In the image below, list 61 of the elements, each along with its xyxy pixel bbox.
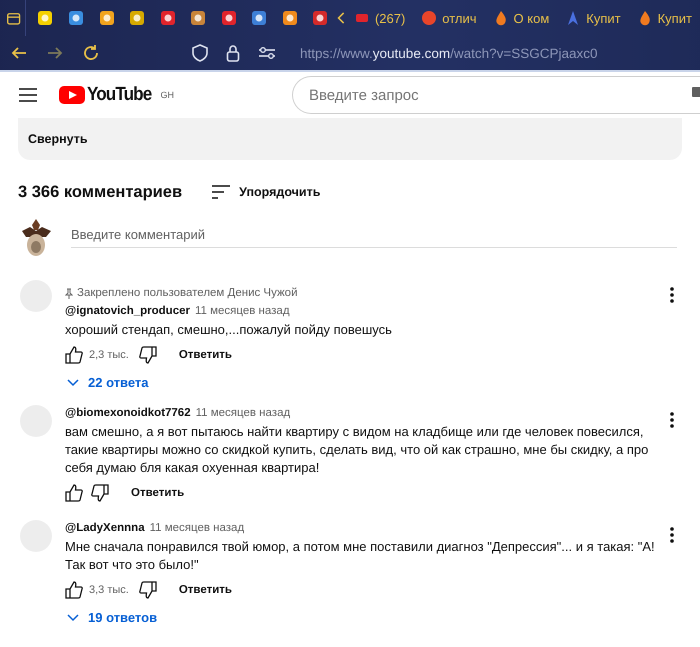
chevron-down-icon [67,378,79,386]
comment-author[interactable]: @biomexonoidkot7762 [65,407,191,419]
search-field[interactable]: Введите запрос [292,76,700,114]
favicon-icon[interactable] [282,10,298,26]
browser-tab[interactable]: О ком [484,0,558,36]
favicon-icon [421,10,438,26]
thumbs-up-icon[interactable] [65,581,83,599]
play-logo-icon[interactable] [59,86,85,104]
more-icon[interactable] [670,287,674,303]
comment-author[interactable]: @ignatovich_producer [65,305,190,317]
thumbs-up-icon[interactable] [65,484,83,502]
sliders-icon[interactable] [258,46,276,60]
like-count: 3,3 тыс. [89,584,129,596]
favicon-icon[interactable] [37,10,54,26]
favicon-icon[interactable] [220,10,237,26]
chevron-left-icon[interactable] [336,10,346,26]
favicon-icon[interactable] [312,10,328,26]
collapse-button[interactable]: Свернуть [28,132,88,146]
more-icon[interactable] [670,412,674,428]
sort-icon [212,185,230,199]
favicon-icon[interactable] [98,10,115,26]
favicon-icon[interactable] [68,10,84,26]
like-count: 2,3 тыс. [89,349,129,361]
replies-toggle[interactable]: 22 ответа [63,369,153,396]
reply-button[interactable]: Ответить [170,578,240,602]
favicon-icon[interactable] [190,10,206,26]
reload-icon[interactable] [82,44,100,62]
favicon-icon[interactable] [251,10,268,26]
browser-tab[interactable]: отлич [413,0,485,36]
region-code: GH [160,90,174,100]
pin-icon [65,288,73,298]
reply-button[interactable]: Ответить [123,481,192,505]
chevron-down-icon [67,614,79,622]
comment-author[interactable]: @LadyXennna [65,522,145,534]
reply-button[interactable]: Ответить [170,343,240,367]
thumbs-up-icon[interactable] [65,346,83,364]
comment-input[interactable]: Введите комментарий [71,227,677,248]
url-text[interactable]: https://www.youtube.com/watch?v=SSGCPjaaxc0 [300,46,598,60]
comment-time[interactable]: 11 месяцев назад [196,407,290,419]
menu-icon[interactable] [19,88,37,102]
more-icon[interactable] [670,527,674,543]
browser-tab[interactable]: Купит [557,0,629,36]
comment-text: хороший стендап, смешно,...пожалуй пойду повешусь [65,321,393,339]
thumbs-down-icon[interactable] [138,346,157,364]
pinned-label: Закреплено пользователем Денис Чужой [77,287,298,299]
thumbs-down-icon[interactable] [91,484,109,502]
sort-button[interactable]: Упорядочить [212,185,320,199]
favicon-icon[interactable] [160,10,176,26]
comment-text: Мне сначала понравился твой юмор, а потом мне поставили диагноз "Депрессия"... и я такая: "А! Так вот что это было!" [65,538,656,574]
lock-icon[interactable] [226,44,240,62]
comment-count: 3 366 комментариев [18,182,182,202]
comment-text: вам смешно, а я вот пытаюсь найти квартиру с видом на кладбище или где человек повесился, такие квартиры можно со скидкой купить, сделать вид, что ой как страшно, мне бы скидку, а про себя думаю бля какая охуенная квартира! [65,423,650,477]
comment-time[interactable]: 11 месяцев назад [194,305,290,317]
logo-text[interactable]: YouTube [87,84,152,106]
comment-time[interactable]: 11 месяцев назад [150,522,244,534]
browser-tab[interactable]: (267) [346,0,414,36]
browser-tab[interactable]: Купит [628,0,700,36]
thumbs-down-icon[interactable] [138,581,157,599]
replies-toggle[interactable]: 19 ответов [63,604,162,631]
shield-icon[interactable] [192,44,208,62]
favicon-icon[interactable] [129,10,146,26]
